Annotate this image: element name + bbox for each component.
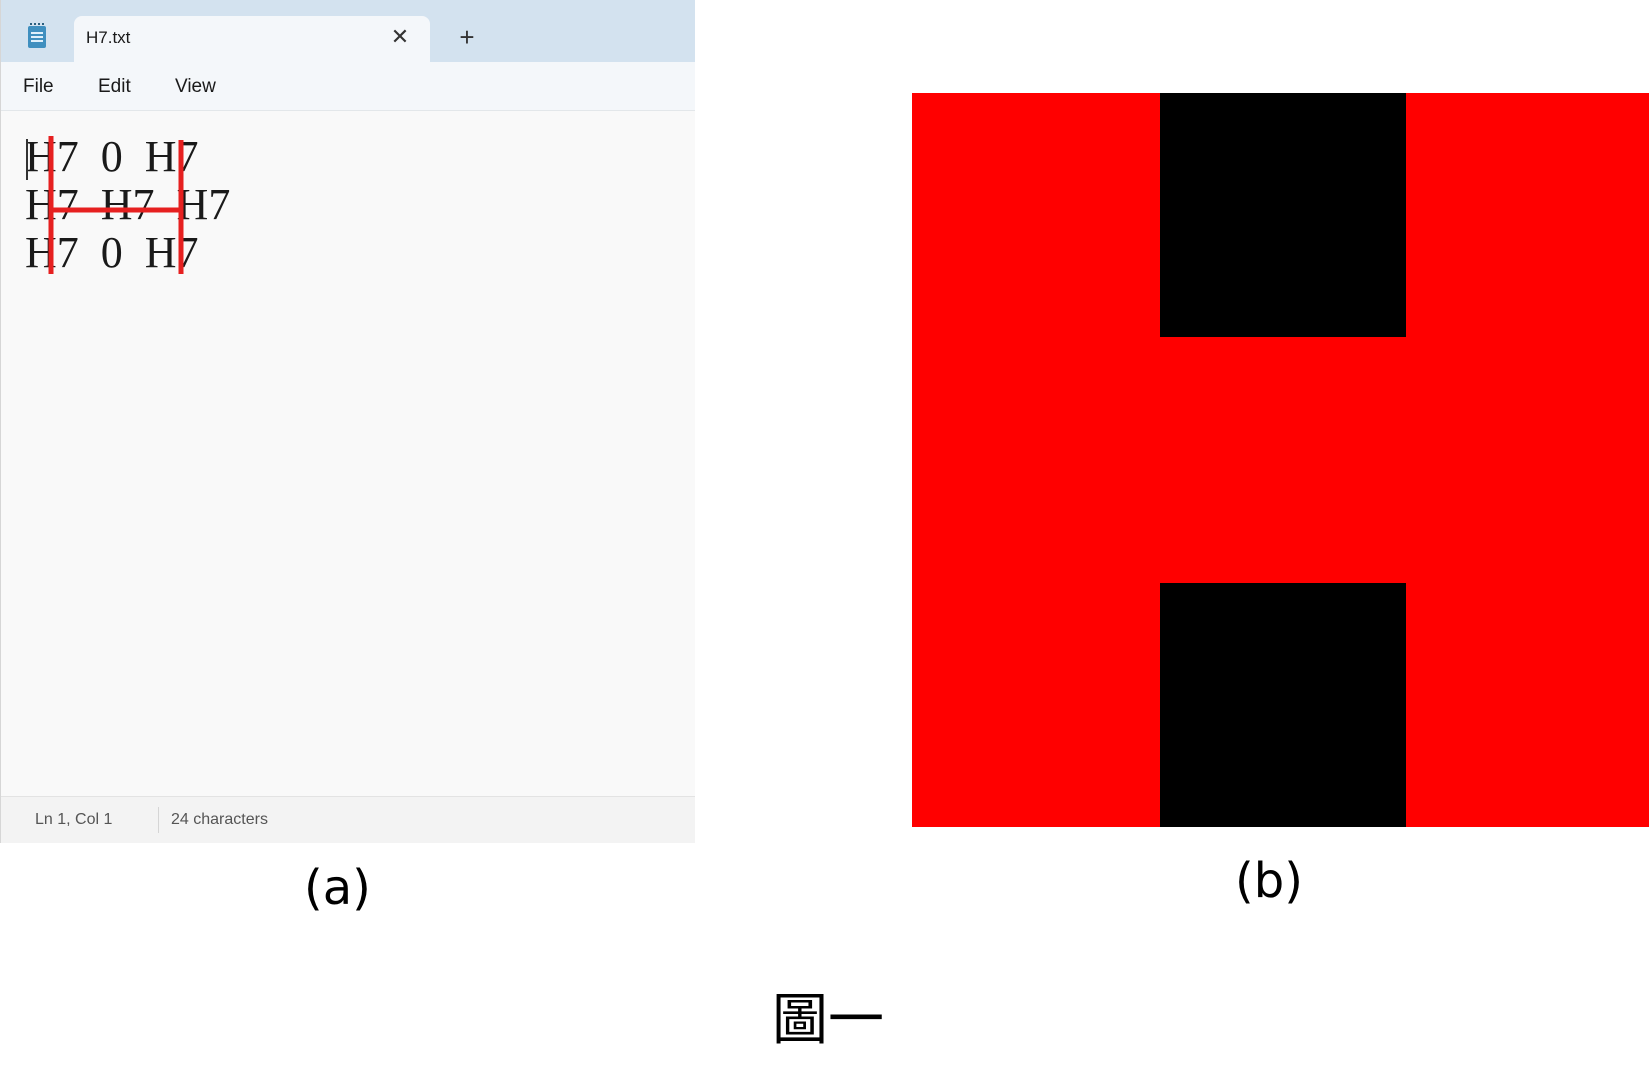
notepad-window: H7.txt ✕ + File Edit View H7 0 H7 H7 H7 … <box>0 0 695 843</box>
h-pixel-image <box>912 93 1649 827</box>
h-shape-overlay <box>48 136 184 274</box>
figure-title: 圖一 <box>772 988 884 1053</box>
status-divider <box>158 807 159 833</box>
caption-a: (a) <box>304 860 371 916</box>
h-image-bottom-black-block <box>1160 583 1406 827</box>
status-bar: Ln 1, Col 1 24 characters <box>1 796 695 843</box>
caption-b: (b) <box>1235 853 1303 909</box>
h-image-top-black-block <box>1160 93 1406 337</box>
status-character-count: 24 characters <box>171 811 268 828</box>
status-cursor-position: Ln 1, Col 1 <box>35 811 113 828</box>
